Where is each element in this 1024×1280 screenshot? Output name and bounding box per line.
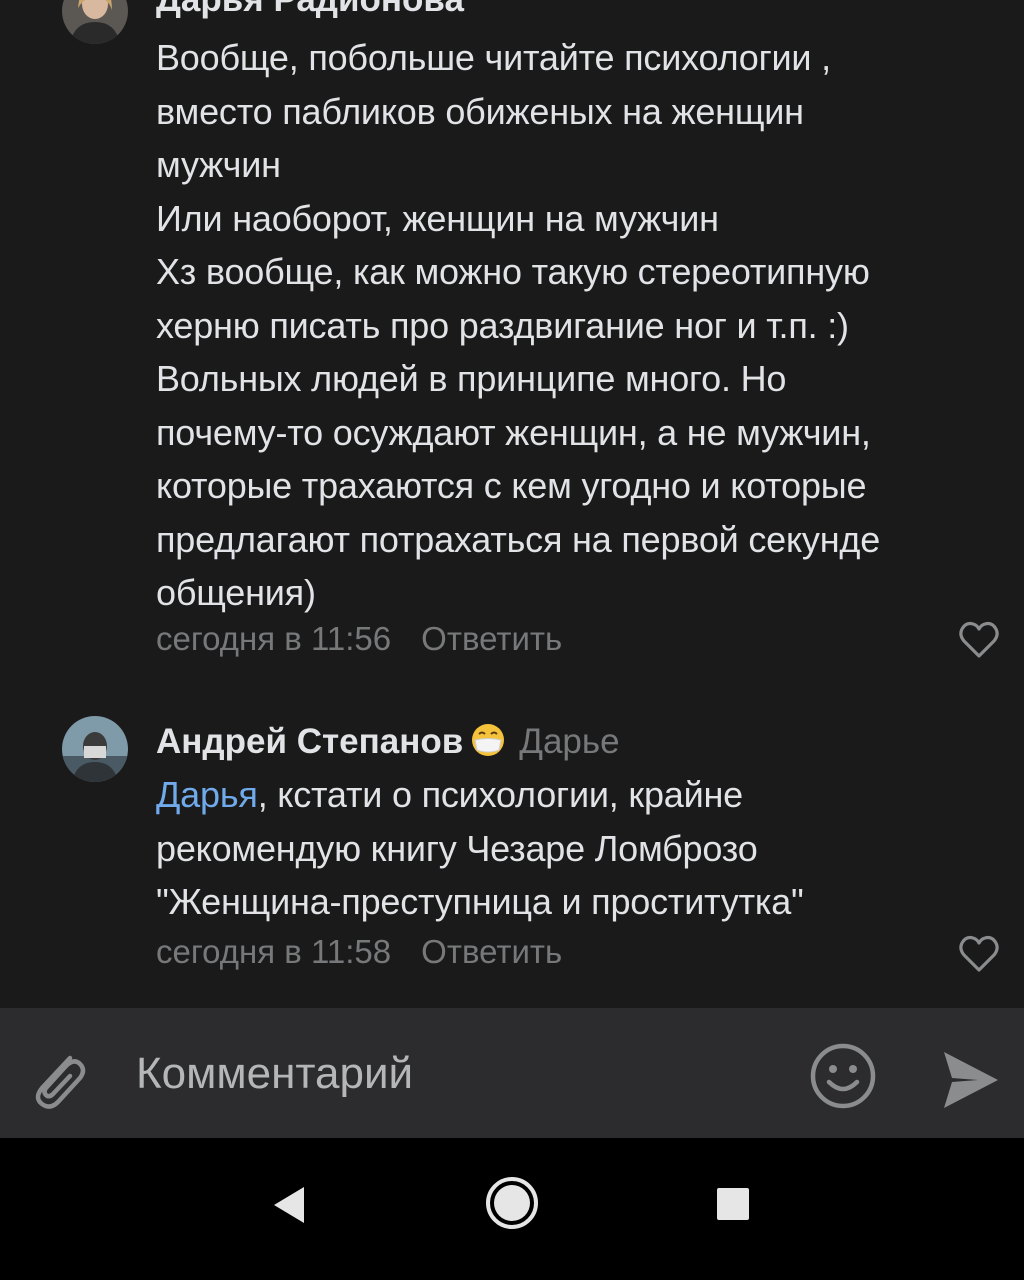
comment-meta: сегодня в 11:56 Ответить: [156, 620, 562, 658]
face-with-medical-mask-emoji: [471, 723, 505, 766]
send-icon[interactable]: [938, 1048, 1002, 1112]
comment-meta: сегодня в 11:58 Ответить: [156, 933, 562, 971]
comments-screen: Дарья Радионова Вообще, побольше читайте…: [0, 0, 1024, 1280]
paperclip-icon[interactable]: [26, 1044, 90, 1114]
heart-outline-icon[interactable]: [958, 935, 1000, 973]
author-avatar[interactable]: [62, 0, 128, 44]
author-avatar[interactable]: [62, 716, 128, 782]
comment-text: Дарья, кстати о психологии, крайне реком…: [156, 768, 1006, 929]
reply-to-label[interactable]: Дарье: [519, 722, 619, 761]
system-navigation-bar: [0, 1138, 1024, 1280]
comment-timestamp: сегодня в 11:58: [156, 933, 392, 970]
home-circle-icon[interactable]: [484, 1175, 540, 1231]
comment-text: Вообще, побольше читайте психологии , вм…: [156, 37, 881, 613]
reply-button[interactable]: Ответить: [421, 620, 562, 657]
comment-input[interactable]: [136, 1044, 776, 1104]
heart-outline-icon[interactable]: [958, 621, 1000, 659]
comment-author[interactable]: Дарья Радионова: [156, 0, 464, 20]
reply-button[interactable]: Ответить: [421, 933, 562, 970]
author-name[interactable]: Андрей Степанов: [156, 722, 463, 761]
smile-icon[interactable]: [808, 1041, 878, 1111]
comment-author: Андрей Степанов Дарье: [156, 722, 620, 766]
mention-link[interactable]: Дарья: [156, 774, 258, 815]
comment-timestamp: сегодня в 11:56: [156, 620, 392, 657]
back-triangle-icon[interactable]: [268, 1183, 308, 1227]
author-name[interactable]: Дарья Радионова: [156, 0, 464, 19]
recents-square-icon[interactable]: [715, 1186, 751, 1222]
comment-composer: [0, 1008, 1024, 1138]
